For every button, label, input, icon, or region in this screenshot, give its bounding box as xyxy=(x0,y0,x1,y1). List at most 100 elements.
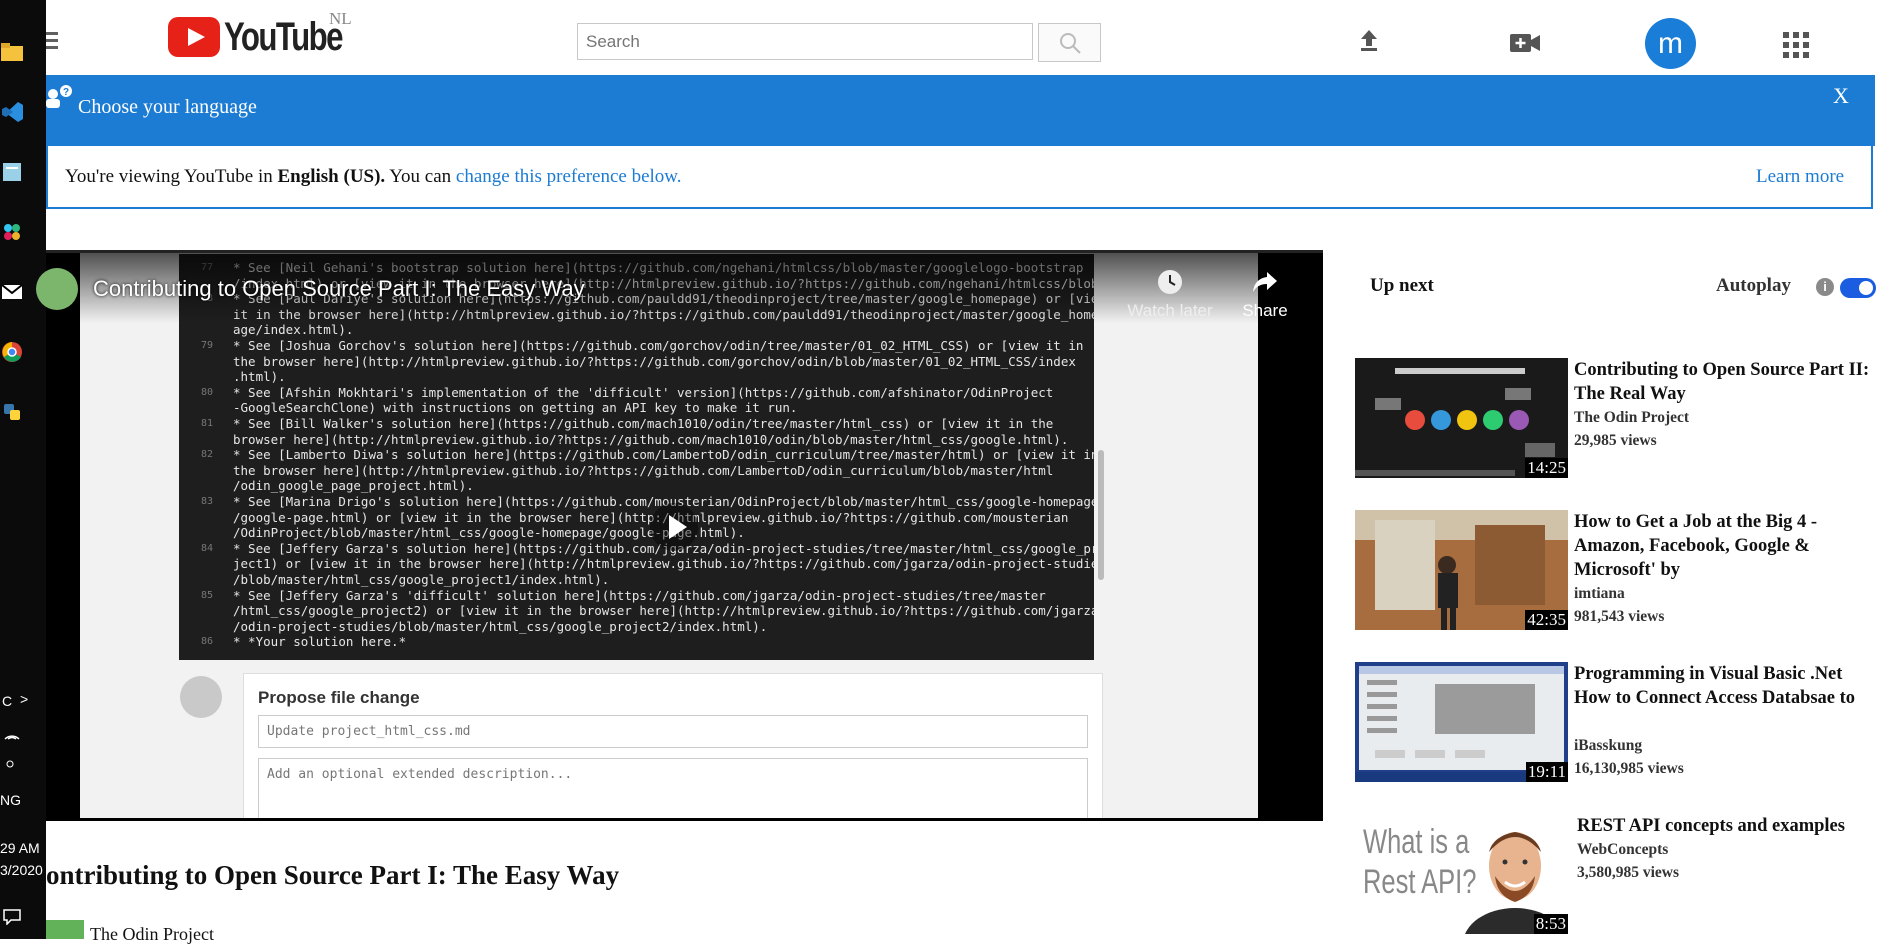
tray-left-label: C xyxy=(2,693,13,709)
change-preference-link[interactable]: change this preference below. xyxy=(456,166,682,187)
banner-text-prefix: You're viewing YouTube in xyxy=(65,166,278,187)
video-duration: 42:35 xyxy=(1525,610,1568,630)
search-input[interactable] xyxy=(577,23,1033,60)
video-duration: 19:11 xyxy=(1525,762,1568,782)
propose-file-change-title: Propose file change xyxy=(258,688,420,707)
notifications-icon[interactable] xyxy=(0,905,24,929)
apps-grid-icon[interactable] xyxy=(1783,32,1809,63)
language-banner-text: You're viewing YouTube in English (US). … xyxy=(65,166,682,188)
play-icon[interactable] xyxy=(650,503,698,551)
menu-icon[interactable] xyxy=(46,28,58,53)
code-line-text: browser here](http://htmlpreview.github.… xyxy=(233,431,1069,447)
code-line-text: -GoogleSearchClone) with instructions on… xyxy=(233,400,798,416)
chrome-icon[interactable] xyxy=(0,340,24,364)
video-thumbnail[interactable]: 42:35 xyxy=(1355,510,1568,630)
notes-app-icon[interactable] xyxy=(0,160,24,184)
view-count: 981,543 views xyxy=(1574,608,1665,625)
video-title[interactable]: REST API concepts and examples xyxy=(1577,814,1883,838)
banner-text-middle: You can xyxy=(385,166,456,187)
video-duration: 14:25 xyxy=(1525,458,1568,478)
channel-name[interactable]: iBasskung xyxy=(1574,737,1642,755)
language-banner xyxy=(46,75,1875,146)
player-video-title[interactable]: Contributing to Open Source Part I: The … xyxy=(93,276,585,302)
video-title[interactable]: How to Get a Job at the Big 4 - Amazon, … xyxy=(1574,510,1880,582)
mail-icon[interactable] xyxy=(0,280,24,304)
video-title[interactable]: Programming in Visual Basic .Net How to … xyxy=(1574,662,1880,710)
tray-chevron[interactable]: > xyxy=(20,691,28,707)
video-duration: 8:53 xyxy=(1533,914,1568,934)
code-line-text: * See [Bill Walker's solution here](http… xyxy=(233,416,1054,431)
input-language[interactable]: NG xyxy=(0,792,21,808)
channel-name[interactable]: The Odin Project xyxy=(1574,409,1689,427)
share-icon xyxy=(1253,272,1277,292)
language-banner-title: Choose your language xyxy=(78,96,257,118)
code-line-text: the browser here](http://htmlpreview.git… xyxy=(233,353,1076,369)
channel-name[interactable]: WebConcepts xyxy=(1577,841,1668,859)
recommended-video[interactable]: 14:25 Contributing to Open Source Part I… xyxy=(1355,358,1880,483)
view-count: 3,580,985 views xyxy=(1577,864,1680,881)
upload-icon[interactable] xyxy=(1358,28,1380,57)
channel-name[interactable]: The Odin Project xyxy=(90,924,214,945)
autoplay-toggle[interactable] xyxy=(1840,278,1876,298)
video-frame-scrollbar xyxy=(1098,450,1104,580)
code-line-text: /odin_google_page_project.html). xyxy=(233,478,474,494)
code-line-text: /html_css/google_project2) or [view it i… xyxy=(233,603,1094,619)
code-line-text: * *Your solution here.* xyxy=(233,634,407,650)
recommended-video[interactable]: 19:11 Programming in Visual Basic .Net H… xyxy=(1355,662,1880,787)
volume-icon[interactable] xyxy=(0,752,24,776)
code-line-text: ject1) or [view it in the browser here](… xyxy=(233,556,1094,572)
recommended-video[interactable]: 42:35 How to Get a Job at the Big 4 - Am… xyxy=(1355,510,1880,635)
code-line-text: age/index.html). xyxy=(233,322,354,338)
clock-icon xyxy=(1158,270,1182,294)
logo-text: YouTube xyxy=(224,14,343,59)
video-thumbnail[interactable]: 19:11 xyxy=(1355,662,1568,782)
code-line-text: .html). xyxy=(233,369,286,385)
current-language: English (US). xyxy=(277,166,386,187)
view-count: 29,985 views xyxy=(1574,432,1657,449)
video-thumbnail[interactable]: What is a Rest API? 8:53 xyxy=(1355,814,1568,934)
code-line-number: 79 xyxy=(200,340,213,351)
code-line-text: * See [Jeffery Garza's 'difficult' solut… xyxy=(233,587,1046,603)
video-frame-octocat-icon xyxy=(180,676,222,718)
code-line-number: 80 xyxy=(200,386,213,398)
language-help-icon: ? xyxy=(46,84,74,117)
share-button[interactable]: Share xyxy=(1235,268,1295,321)
user-avatar[interactable]: m xyxy=(1645,18,1696,69)
code-line-number: 83 xyxy=(200,496,213,507)
search-button[interactable] xyxy=(1038,23,1101,62)
code-line-number: 86 xyxy=(200,636,213,648)
code-line-number: 85 xyxy=(200,589,213,601)
code-line-text: * See [Joshua Gorchov's solution here](h… xyxy=(233,338,1084,353)
region-label: NL xyxy=(329,9,352,28)
channel-avatar[interactable] xyxy=(46,920,84,939)
create-video-icon[interactable] xyxy=(1510,32,1540,59)
code-line-text: the browser here](http://htmlpreview.git… xyxy=(233,462,1054,478)
code-line-number: 84 xyxy=(200,542,213,554)
clock-time[interactable]: 29 AM xyxy=(0,840,40,856)
learn-more-link[interactable]: Learn more xyxy=(1756,166,1844,188)
code-line-number: 82 xyxy=(200,449,213,461)
search-icon xyxy=(1059,32,1081,54)
channel-name[interactable]: imtiana xyxy=(1574,585,1625,603)
python-icon[interactable] xyxy=(0,400,24,424)
watch-later-label: Watch later xyxy=(1127,301,1213,320)
propose-description-field: Add an optional extended description... xyxy=(258,758,1088,818)
windows-taskbar: C > NG 29 AM 3/2020 xyxy=(0,0,46,939)
code-line-number: 81 xyxy=(200,418,213,429)
info-icon[interactable]: i xyxy=(1816,278,1834,296)
watch-later-button[interactable]: Watch later xyxy=(1125,268,1215,321)
code-line-text: /odin-project-studies/blob/master/html_c… xyxy=(233,618,768,634)
slack-icon[interactable] xyxy=(0,220,24,244)
wifi-icon[interactable] xyxy=(0,722,24,746)
video-title[interactable]: Contributing to Open Source Part II: The… xyxy=(1574,358,1880,406)
vscode-icon[interactable] xyxy=(0,100,24,124)
clock-date[interactable]: 3/2020 xyxy=(0,862,43,878)
file-explorer-icon[interactable] xyxy=(0,40,24,64)
recommended-video[interactable]: What is a Rest API? 8:53 REST API concep… xyxy=(1355,814,1880,939)
close-banner-button[interactable]: X xyxy=(1833,83,1849,109)
share-label: Share xyxy=(1242,301,1288,320)
video-thumbnail[interactable]: 14:25 xyxy=(1355,358,1568,478)
player-channel-avatar[interactable] xyxy=(36,268,78,310)
view-count: 16,130,985 views xyxy=(1574,760,1684,777)
code-line-text: /blob/master/html_css/google_project1/in… xyxy=(233,572,610,587)
